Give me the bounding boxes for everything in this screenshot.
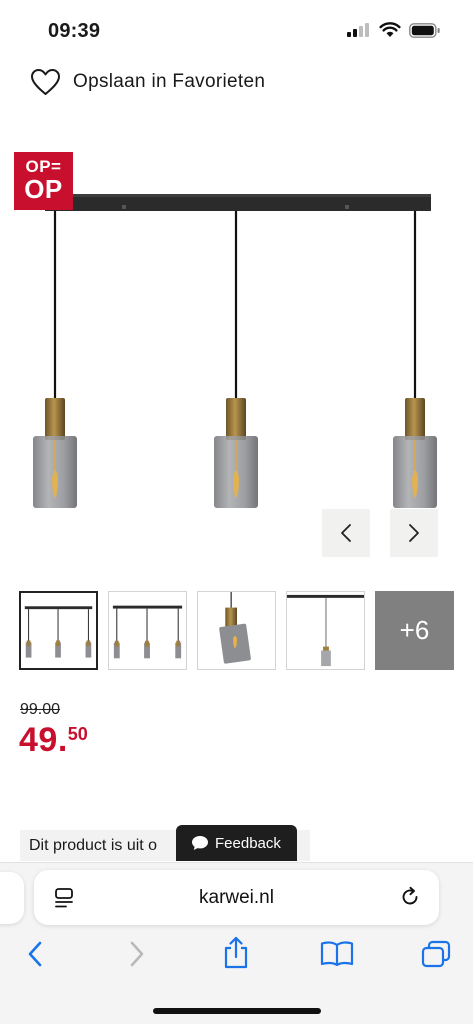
bookmarks-icon[interactable]	[320, 940, 354, 968]
gallery-next-button[interactable]	[390, 509, 438, 557]
thumbnail-4[interactable]	[286, 591, 365, 670]
feedback-label: Feedback	[215, 834, 281, 852]
thumbnail-3-image	[219, 592, 251, 664]
thumbnail-2-image	[112, 605, 183, 659]
battery-icon	[409, 22, 440, 38]
feedback-button[interactable]: Feedback	[176, 825, 297, 861]
current-price: 49. 50	[19, 720, 88, 760]
pendant-left	[33, 211, 77, 508]
sale-badge: OP= OP	[14, 152, 73, 210]
chevron-right-icon	[409, 524, 419, 542]
reload-icon[interactable]	[399, 886, 421, 908]
save-to-favorites-label: Opslaan in Favorieten	[73, 71, 266, 92]
forward-icon[interactable]	[128, 940, 146, 968]
browser-toolbar	[0, 936, 473, 976]
share-icon[interactable]	[222, 936, 250, 970]
old-price: 99.00	[20, 701, 61, 718]
pendant-right	[393, 211, 437, 508]
thumbnail-3[interactable]	[197, 591, 276, 670]
heart-outline-icon	[31, 69, 60, 95]
reader-mode-icon[interactable]	[54, 887, 74, 909]
status-icons	[347, 22, 441, 38]
chevron-left-icon	[341, 524, 351, 542]
thumbnail-more-label: +6	[399, 615, 430, 645]
thumbnail-4-image	[287, 594, 364, 667]
status-bar: 09:39	[0, 0, 473, 60]
thumbnail-2[interactable]	[108, 591, 187, 670]
thumbnail-1[interactable]	[19, 591, 98, 670]
price-main: 49.	[19, 721, 68, 759]
thumbnail-strip: +6	[19, 591, 454, 670]
previous-tab-preview[interactable]	[0, 872, 24, 924]
gallery-prev-button[interactable]	[322, 509, 370, 557]
tabs-icon[interactable]	[420, 940, 452, 970]
home-indicator	[153, 1008, 321, 1014]
address-url: karwei.nl	[199, 886, 274, 908]
status-time: 09:39	[48, 20, 101, 42]
address-bar[interactable]: karwei.nl	[34, 870, 439, 925]
price-cents: 50	[67, 724, 88, 744]
cellular-signal-icon	[347, 23, 369, 37]
back-icon[interactable]	[26, 940, 44, 968]
pendant-middle	[214, 211, 258, 508]
thumbnail-more[interactable]: +6	[375, 591, 454, 670]
speech-bubble-icon	[192, 836, 208, 850]
save-to-favorites-button[interactable]: Opslaan in Favorieten	[30, 66, 265, 98]
thumbnail-1-image	[24, 606, 93, 658]
wifi-icon	[379, 22, 401, 37]
sale-badge-line2: OP	[24, 174, 63, 204]
